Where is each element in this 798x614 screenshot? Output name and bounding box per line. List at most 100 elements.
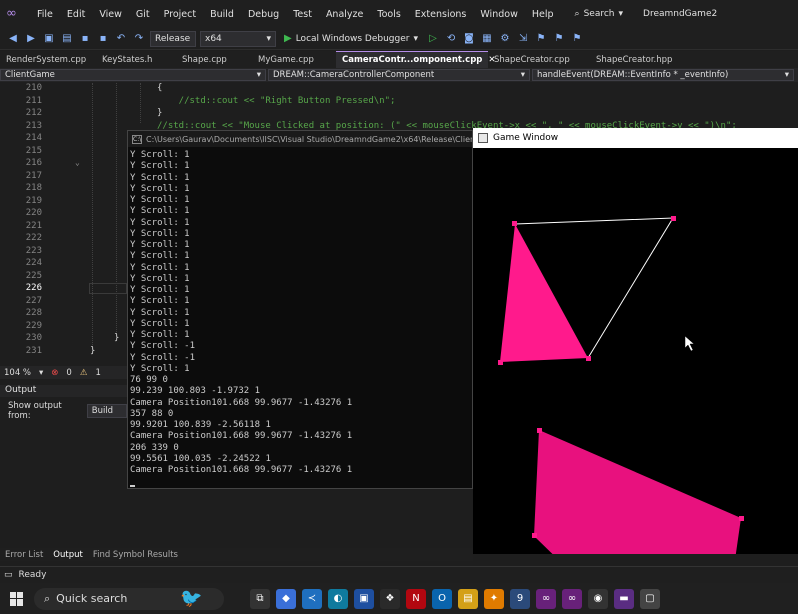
tab-find-symbol-results[interactable]: Find Symbol Results <box>88 550 183 560</box>
status-bar: ▭ Ready <box>0 566 798 583</box>
menu-bar: ∞ File Edit View Git Project Build Debug… <box>0 0 798 28</box>
document-tabs: RenderSystem.cpp KeyStates.h Shape.cpp M… <box>0 51 798 68</box>
copilot-icon[interactable]: ◆ <box>276 588 296 609</box>
menu-view[interactable]: View <box>92 9 129 20</box>
bookmark-next-icon[interactable]: ⚑ <box>570 32 584 46</box>
menu-extensions[interactable]: Extensions <box>408 9 474 20</box>
editor-status-strip: 104 % ▾ ⊗ 0 ⚠ 1 <box>0 366 127 379</box>
game-window-titlebar[interactable]: Game Window <box>473 128 798 148</box>
line-number-current: 226 <box>25 283 42 293</box>
console-line: Y Scroll: 1 <box>130 195 190 205</box>
game-window-taskbar-icon[interactable]: ▢ <box>640 588 660 609</box>
files-icon[interactable]: ▤ <box>458 588 478 609</box>
hot-reload-icon[interactable]: ⟲ <box>444 32 458 46</box>
start-without-debugging-icon[interactable]: ▷ <box>426 32 440 46</box>
tab-keystates[interactable]: KeyStates.h <box>96 51 176 68</box>
edge-icon[interactable]: ◐ <box>328 588 348 609</box>
forward-icon[interactable]: ▶ <box>24 32 38 46</box>
menu-help[interactable]: Help <box>525 9 561 20</box>
settings-icon[interactable]: ⚙ <box>498 32 512 46</box>
netflix-icon[interactable]: N <box>406 588 426 609</box>
toolbar: ◀ ▶ ▣ ▤ ▪ ▪ ↶ ↷ Release▾ x64▾ ▶Local Win… <box>0 28 798 50</box>
vertex-handle[interactable] <box>532 533 537 538</box>
outlook-icon[interactable]: O <box>432 588 452 609</box>
obs-icon[interactable]: ◉ <box>588 588 608 609</box>
visual-studio-icon[interactable]: ∞ <box>536 588 556 609</box>
line-number: 221 <box>25 220 42 231</box>
menu-debug[interactable]: Debug <box>241 9 286 20</box>
start-debugging-button[interactable]: ▶ Local Windows Debugger ▾ <box>280 33 422 44</box>
bookmark-prev-icon[interactable]: ⚑ <box>552 32 566 46</box>
layout-icon[interactable]: ▦ <box>480 32 494 46</box>
menu-test[interactable]: Test <box>286 9 319 20</box>
line-number: 213 <box>25 120 42 131</box>
warning-count[interactable]: 1 <box>95 368 100 378</box>
vertex-handle[interactable] <box>586 356 591 361</box>
step-icon[interactable]: ⇲ <box>516 32 530 46</box>
store-icon[interactable]: ▣ <box>354 588 374 609</box>
bookmark-icon[interactable]: ⚑ <box>534 32 548 46</box>
tab-output[interactable]: Output <box>48 550 88 560</box>
zoom-level[interactable]: 104 % <box>4 368 31 378</box>
project-dropdown[interactable]: ClientGame ▾ <box>0 69 266 81</box>
vertex-handle[interactable] <box>537 428 542 433</box>
console-window[interactable]: C:\ C:\Users\Gaurav\Documents\IISC\Visua… <box>127 130 473 489</box>
new-project-icon[interactable]: ▣ <box>42 32 56 46</box>
task-view-icon[interactable]: ⧉ <box>250 588 270 609</box>
start-menu-icon[interactable] <box>10 591 24 606</box>
open-folder-icon[interactable]: ▤ <box>60 32 74 46</box>
tab-mygame[interactable]: MyGame.cpp <box>252 51 336 68</box>
configuration-select[interactable]: Release▾ <box>150 30 205 47</box>
redo-icon[interactable]: ↷ <box>132 32 146 46</box>
error-count[interactable]: 0 <box>66 368 71 378</box>
menu-build[interactable]: Build <box>203 9 241 20</box>
save-all-icon[interactable]: ▪ <box>96 32 110 46</box>
search-button[interactable]: ⌕ Search ▾ <box>575 9 624 19</box>
scope-dropdown[interactable]: DREAM::CameraControllerComponent ▾ <box>268 69 530 81</box>
terminal-icon[interactable]: ▬ <box>614 588 634 609</box>
menu-file[interactable]: File <box>30 9 60 20</box>
tab-shape[interactable]: Shape.cpp <box>176 51 252 68</box>
back-icon[interactable]: ◀ <box>6 32 20 46</box>
tab-rendersystem[interactable]: RenderSystem.cpp <box>0 51 96 68</box>
dropbox-icon[interactable]: ❖ <box>380 588 400 609</box>
menu-project[interactable]: Project <box>157 9 204 20</box>
tab-error-list[interactable]: Error List <box>0 550 48 560</box>
bird-widget-icon[interactable]: 🐦 <box>180 586 210 612</box>
tab-shapecreator-cpp[interactable]: ShapeCreator.cpp <box>488 51 590 68</box>
line-number: 211 <box>25 95 42 106</box>
quad-shape[interactable] <box>534 430 741 554</box>
vertex-handle[interactable] <box>671 216 676 221</box>
console-title: C:\Users\Gaurav\Documents\IISC\Visual St… <box>146 134 472 144</box>
line-number: 217 <box>25 170 42 181</box>
triangle-shape[interactable] <box>500 224 588 362</box>
menu-tools[interactable]: Tools <box>370 9 407 20</box>
line-number: 230 <box>25 333 42 343</box>
photos-icon[interactable]: ✦ <box>484 588 504 609</box>
menu-edit[interactable]: Edit <box>60 9 92 20</box>
tab-shapecreator-hpp[interactable]: ShapeCreator.hpp <box>590 51 690 68</box>
member-dropdown[interactable]: handleEvent(DREAM::EventInfo * _eventInf… <box>532 69 794 81</box>
menu-analyze[interactable]: Analyze <box>319 9 370 20</box>
platform-select[interactable]: x64 ▾ <box>200 30 276 47</box>
console-titlebar[interactable]: C:\ C:\Users\Gaurav\Documents\IISC\Visua… <box>128 131 472 147</box>
solution-name: DreamndGame2 <box>643 9 718 19</box>
game-window[interactable]: Game Window <box>473 128 798 554</box>
chevron-down-icon: ▾ <box>266 33 271 44</box>
menu-window[interactable]: Window <box>473 9 524 20</box>
tab-cameracontrollercomponent[interactable]: CameraContr...omponent.cpp ✕ <box>336 51 496 68</box>
visual-studio-2-icon[interactable]: ∞ <box>562 588 582 609</box>
vscode-icon[interactable]: ≺ <box>302 588 322 609</box>
notification-badge-icon[interactable]: 9 <box>510 588 530 609</box>
save-icon[interactable]: ▪ <box>78 32 92 46</box>
collapse-icon[interactable]: ⌄ <box>75 158 80 167</box>
vertex-handle[interactable] <box>498 360 503 365</box>
camera-icon[interactable]: ◙ <box>462 32 476 46</box>
console-line: Y Scroll: 1 <box>130 217 190 228</box>
output-source-select[interactable]: Build <box>86 404 127 418</box>
undo-icon[interactable]: ↶ <box>114 32 128 46</box>
vertex-handle[interactable] <box>512 221 517 226</box>
menu-git[interactable]: Git <box>129 9 157 20</box>
game-canvas[interactable] <box>473 148 798 554</box>
vertex-handle[interactable] <box>739 516 744 521</box>
